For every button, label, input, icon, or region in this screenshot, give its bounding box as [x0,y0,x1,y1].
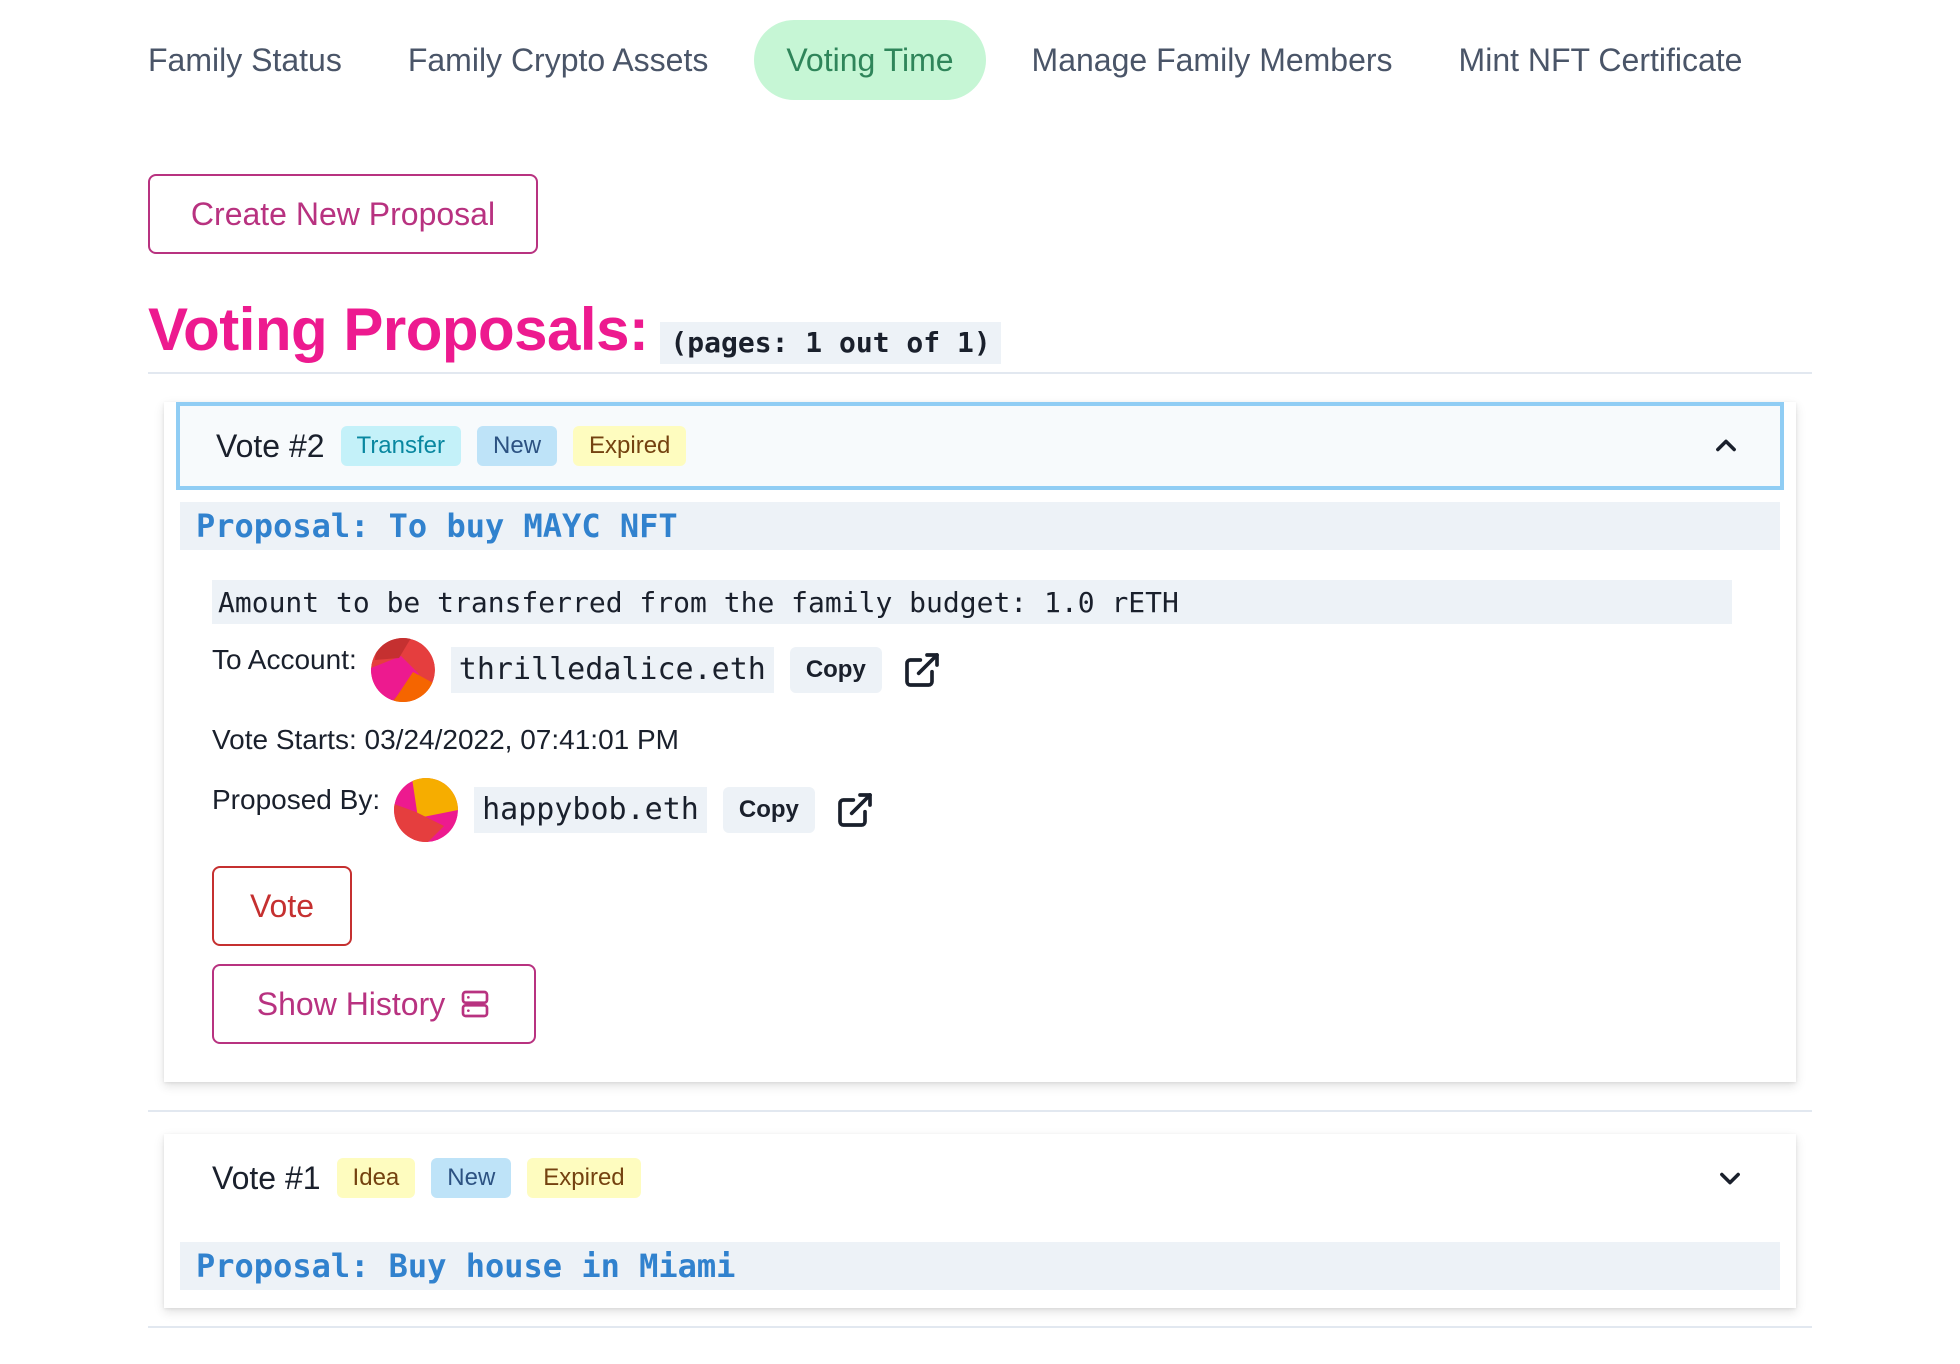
proposal-title: Proposal: Buy house in Miami [180,1242,1780,1290]
vote-button[interactable]: Vote [212,866,352,946]
server-stack-icon [461,990,489,1018]
to-account-row: To Account: thrilledalice.eth Copy [212,638,942,702]
to-account-label: To Account: [212,644,357,675]
chevron-up-icon[interactable] [1712,432,1740,460]
show-history-button[interactable]: Show History [212,964,536,1044]
divider [148,372,1812,374]
type-badge: Transfer [340,426,462,466]
vote-card: Vote #2 Transfer New Expired Proposal: T… [164,402,1796,1082]
proposed-by-label: Proposed By: [212,784,381,815]
proposed-by-row: Proposed By: happybob.eth Copy [212,778,875,842]
status-badge: New [477,426,558,466]
create-new-proposal-button[interactable]: Create New Proposal [148,174,538,254]
expiry-badge: Expired [527,1158,641,1198]
proposal-title: Proposal: To buy MAYC NFT [180,502,1780,550]
tab-mint-nft-certificate[interactable]: Mint NFT Certificate [1439,20,1763,100]
vote-title: Vote #2 [216,427,325,464]
voting-proposals-heading: Voting Proposals: (pages: 1 out of 1) [148,292,1001,368]
divider [148,1326,1812,1328]
main-tabs: Family Status Family Crypto Assets Votin… [124,20,1762,100]
tab-family-status[interactable]: Family Status [124,20,362,100]
vote-starts: Vote Starts: 03/24/2022, 07:41:01 PM [212,724,679,755]
vote-title: Vote #1 [212,1159,321,1196]
status-badge: New [431,1158,512,1198]
vote-card-header[interactable]: Vote #2 Transfer New Expired [176,402,1784,490]
show-history-label: Show History [256,985,446,1022]
tab-manage-family-members[interactable]: Manage Family Members [1012,20,1413,100]
vote-card-header[interactable]: Vote #1 Idea New Expired [176,1134,1784,1222]
avatar [394,778,459,842]
to-account-address: thrilledalice.eth [450,647,774,693]
proposed-by-address: happybob.eth [474,787,707,833]
tab-family-crypto-assets[interactable]: Family Crypto Assets [388,20,729,100]
chevron-down-icon[interactable] [1716,1164,1744,1192]
page-title: Voting Proposals: [148,296,649,363]
copy-to-account-button[interactable]: Copy [789,647,882,693]
divider [148,1110,1812,1112]
expiry-badge: Expired [573,426,687,466]
external-link-icon[interactable] [835,790,875,830]
vote-start-row: Vote Starts: 03/24/2022, 07:41:01 PM [212,724,679,756]
tab-voting-time[interactable]: Voting Time [754,20,986,100]
external-link-icon[interactable] [902,650,942,690]
transfer-amount: Amount to be transferred from the family… [212,580,1732,624]
vote-card: Vote #1 Idea New Expired Proposal: Buy h… [164,1134,1796,1308]
avatar [370,638,435,702]
copy-proposed-by-button[interactable]: Copy [722,787,815,833]
type-badge: Idea [336,1158,416,1198]
pagination-info: (pages: 1 out of 1) [660,322,1001,364]
